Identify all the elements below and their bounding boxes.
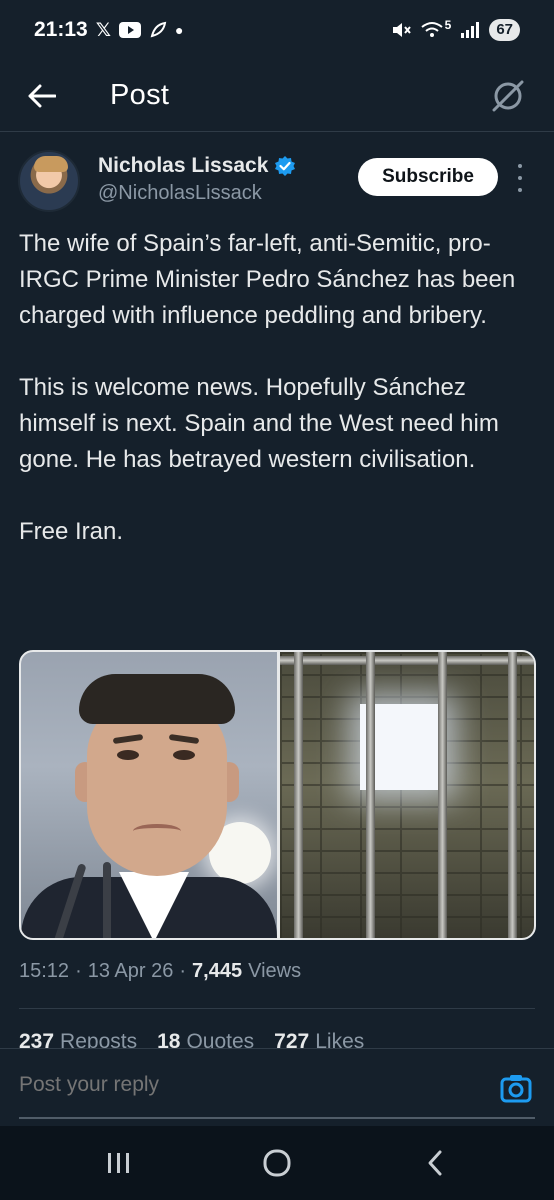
- reposts-label: Reposts: [60, 1030, 138, 1050]
- post-body: The wife of Spain’s far-left, anti-Semit…: [19, 226, 539, 550]
- likes-label: Likes: [315, 1030, 365, 1050]
- more-options-icon[interactable]: [514, 164, 526, 192]
- media-image-portrait[interactable]: [21, 652, 277, 938]
- page-title: Post: [110, 79, 170, 111]
- dot-icon: ●: [175, 22, 184, 38]
- back-icon[interactable]: [405, 1143, 465, 1183]
- signal-icon: [461, 22, 480, 38]
- reposts-stat[interactable]: 237 Reposts: [19, 1030, 137, 1050]
- reply-input[interactable]: [19, 1073, 479, 1097]
- post-paragraph: The wife of Spain’s far-left, anti-Semit…: [19, 230, 516, 329]
- verified-badge-icon: [275, 156, 296, 176]
- x-icon: 𝕏: [95, 19, 112, 41]
- post-stats: 237 Reposts 18 Quotes 727 Likes: [19, 1030, 364, 1050]
- status-bar: 21:13 𝕏 ● 5 67: [0, 0, 554, 60]
- cell-bar: [437, 652, 447, 938]
- reply-underline: [19, 1117, 535, 1119]
- cell-bar-horizontal: [279, 656, 534, 665]
- avatar[interactable]: [18, 150, 80, 212]
- battery-indicator: 67: [489, 19, 520, 41]
- media-image-jail-cell[interactable]: [279, 652, 534, 938]
- grok-icon[interactable]: [490, 78, 526, 114]
- post-paragraph: Free Iran.: [19, 518, 124, 545]
- hair: [79, 674, 235, 724]
- post-media: [19, 650, 536, 940]
- mouth: [133, 824, 181, 838]
- author-info: Nicholas Lissack @NicholasLissack: [98, 154, 296, 205]
- quotes-label: Quotes: [186, 1030, 255, 1050]
- post-date[interactable]: 13 Apr 26: [88, 960, 174, 983]
- divider: [19, 1008, 535, 1009]
- meta-separator: ·: [75, 960, 82, 982]
- reply-bar: [0, 1048, 554, 1126]
- eye: [173, 750, 195, 760]
- recent-apps-icon[interactable]: [89, 1143, 149, 1183]
- system-nav-bar: [0, 1126, 554, 1200]
- post-meta: 15:12 · 13 Apr 26 · 7,445 Views: [19, 960, 301, 983]
- meta-separator: ·: [179, 960, 187, 982]
- feather-icon: [150, 21, 167, 38]
- likes-stat[interactable]: 727 Likes: [274, 1030, 364, 1050]
- top-header: Post: [0, 60, 554, 132]
- quotes-count: 18: [157, 1030, 181, 1050]
- wifi-icon: [421, 22, 443, 37]
- status-left: 21:13 𝕏 ●: [34, 18, 184, 42]
- author-handle[interactable]: @NicholasLissack: [98, 182, 296, 205]
- post-time[interactable]: 15:12: [19, 960, 69, 983]
- author-name[interactable]: Nicholas Lissack: [98, 154, 268, 178]
- status-time: 21:13: [34, 18, 88, 41]
- quotes-stat[interactable]: 18 Quotes: [157, 1030, 254, 1050]
- microphone: [103, 862, 111, 938]
- mute-icon: [392, 23, 411, 37]
- eye: [117, 750, 139, 760]
- brick-wall: [279, 652, 534, 938]
- cell-bar: [365, 652, 375, 938]
- youtube-icon: [119, 22, 142, 38]
- cell-bar: [507, 652, 517, 938]
- signal-label: 5: [444, 18, 452, 32]
- reposts-count: 237: [19, 1030, 55, 1050]
- cell-bar: [293, 652, 303, 938]
- views-label: Views: [248, 960, 302, 982]
- post-author: Nicholas Lissack @NicholasLissack Subscr…: [18, 150, 538, 220]
- author-name-row: Nicholas Lissack: [98, 154, 296, 178]
- subscribe-button[interactable]: Subscribe: [358, 158, 498, 196]
- camera-icon[interactable]: [500, 1073, 532, 1103]
- likes-count: 727: [274, 1030, 310, 1050]
- views-count: 7,445: [192, 960, 243, 982]
- post-paragraph: This is welcome news. Hopefully Sánchez …: [19, 374, 499, 473]
- home-icon[interactable]: [247, 1143, 307, 1183]
- back-arrow-icon[interactable]: [28, 80, 60, 112]
- status-right: 5 67: [391, 18, 520, 41]
